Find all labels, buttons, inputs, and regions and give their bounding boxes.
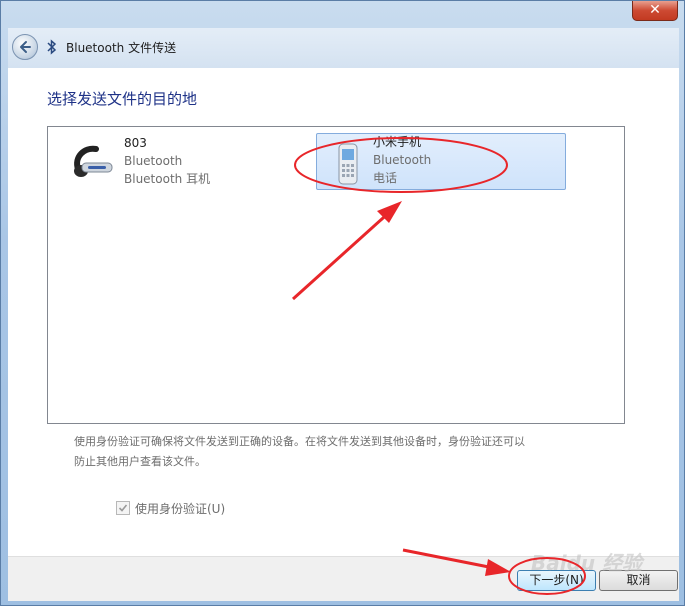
back-button[interactable]: [12, 34, 38, 60]
baidu-watermark: Baidu 经验: [531, 551, 643, 575]
wizard-title: Bluetooth 文件传送: [66, 41, 177, 55]
auth-checkbox-row[interactable]: 使用身份验证(U): [116, 500, 225, 517]
checkmark-icon: [118, 504, 128, 512]
device-name: 小米手机: [373, 135, 422, 149]
wizard-content: 选择发送文件的目的地 803 Bluetooth Bluetooth 耳机 小米…: [8, 68, 679, 556]
auth-checkbox[interactable]: [116, 501, 130, 515]
wizard-header: Bluetooth 文件传送: [8, 28, 679, 68]
phone-icon: [338, 143, 358, 185]
device-name: 803: [124, 136, 147, 150]
device-type: Bluetooth: [124, 154, 183, 168]
auth-checkbox-label: 使用身份验证(U): [135, 502, 226, 516]
device-list[interactable]: 803 Bluetooth Bluetooth 耳机 小米手机 Bluetoot…: [47, 126, 625, 424]
device-item-headset[interactable]: 803 Bluetooth Bluetooth 耳机: [62, 133, 262, 190]
device-type: Bluetooth: [373, 153, 432, 167]
device-category: 电话: [373, 171, 398, 185]
close-button[interactable]: ✕: [632, 1, 678, 21]
bluetooth-icon: [47, 39, 57, 55]
device-item-phone[interactable]: 小米手机 Bluetooth 电话: [316, 133, 566, 190]
auth-note-line-1: 使用身份验证可确保将文件发送到正确的设备。在将文件发送到其他设备时，身份验证还可…: [74, 435, 525, 448]
window-frame: ✕ Bluetooth 文件传送 选择发送文件的目的地 803 Bluetoot…: [0, 0, 685, 606]
auth-note: 使用身份验证可确保将文件发送到正确的设备。在将文件发送到其他设备时，身份验证还可…: [74, 432, 594, 472]
back-arrow-icon: [20, 41, 31, 53]
headset-icon: [74, 145, 113, 177]
auth-note-line-2: 防止其他用户查看该文件。: [74, 455, 206, 468]
device-category: Bluetooth 耳机: [124, 172, 211, 186]
page-heading: 选择发送文件的目的地: [47, 90, 198, 108]
